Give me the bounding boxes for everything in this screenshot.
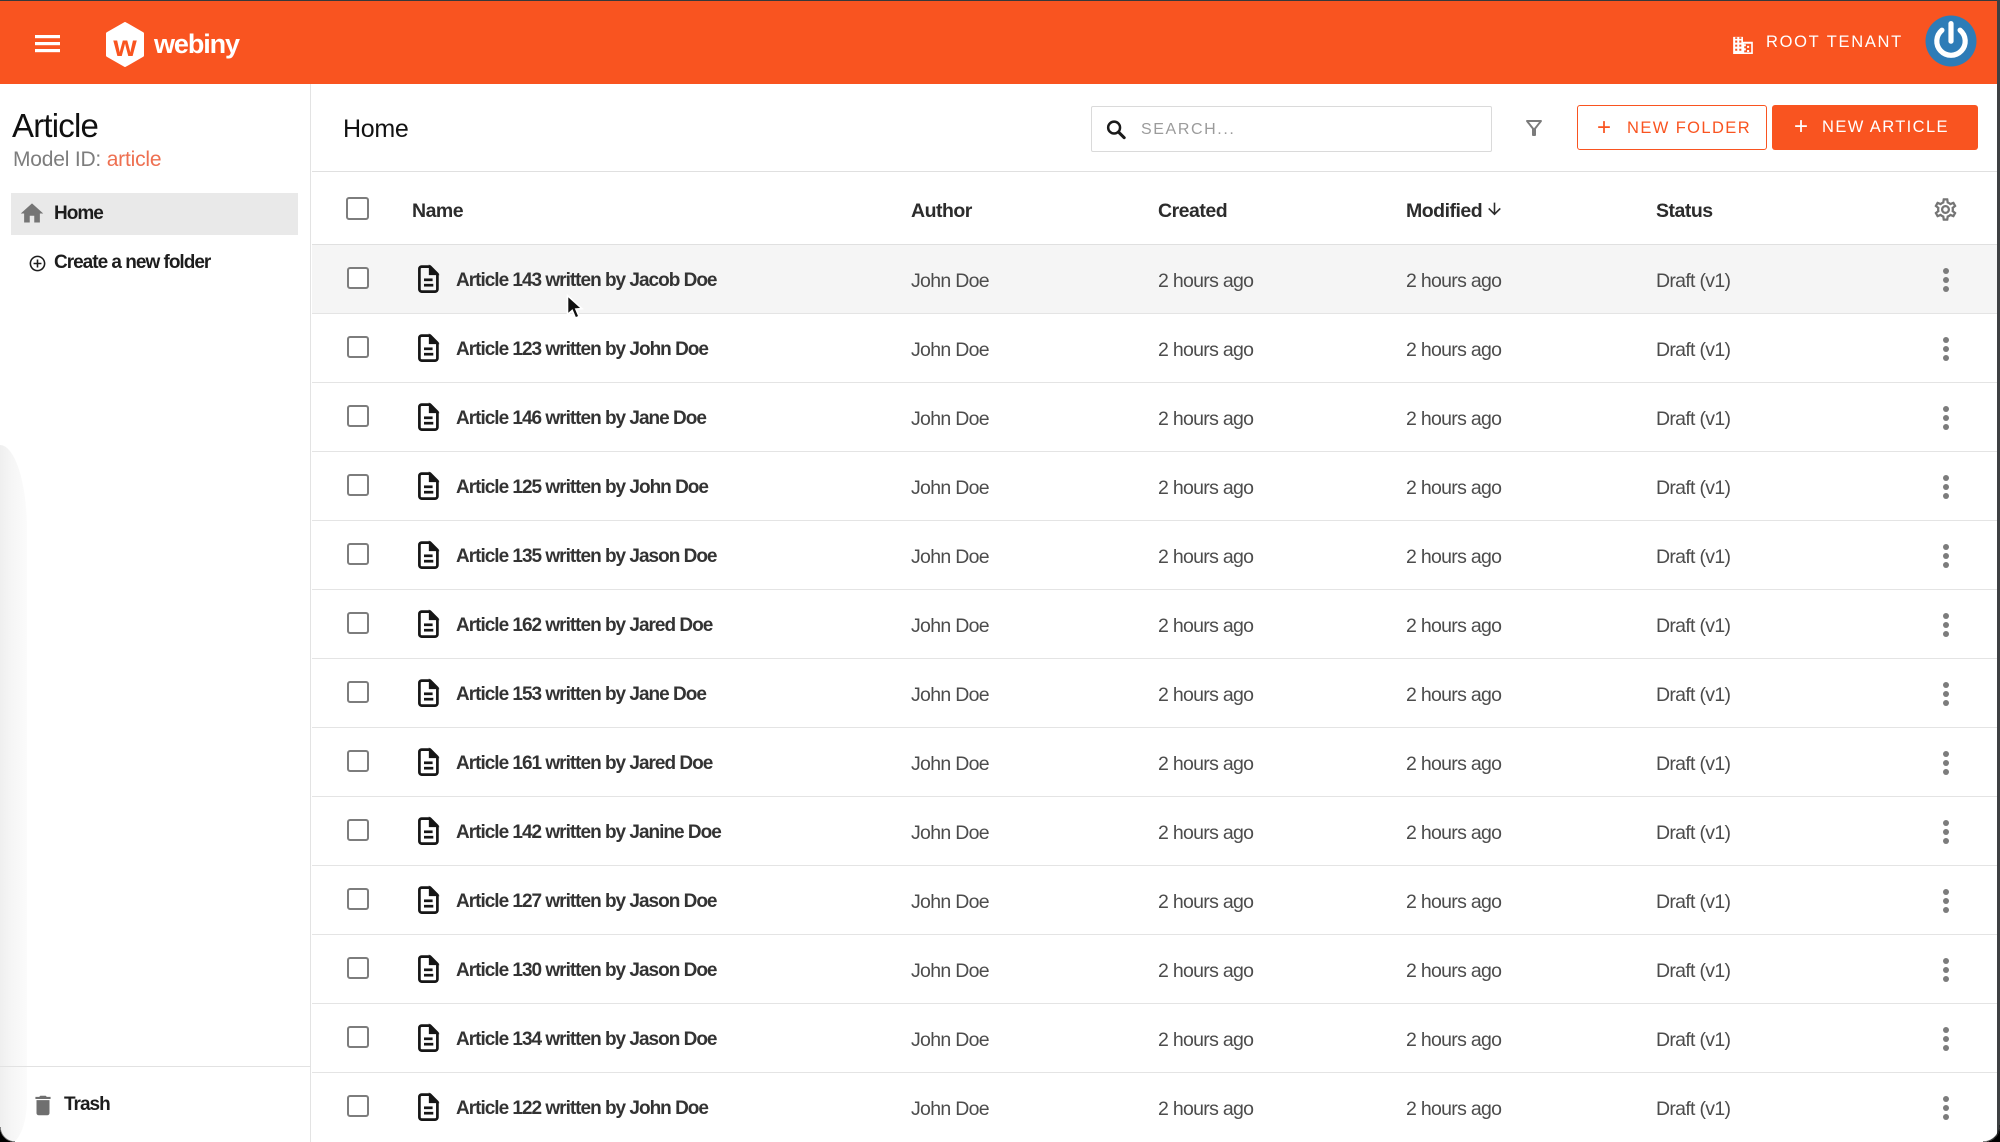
svg-text:w: w: [112, 30, 137, 63]
